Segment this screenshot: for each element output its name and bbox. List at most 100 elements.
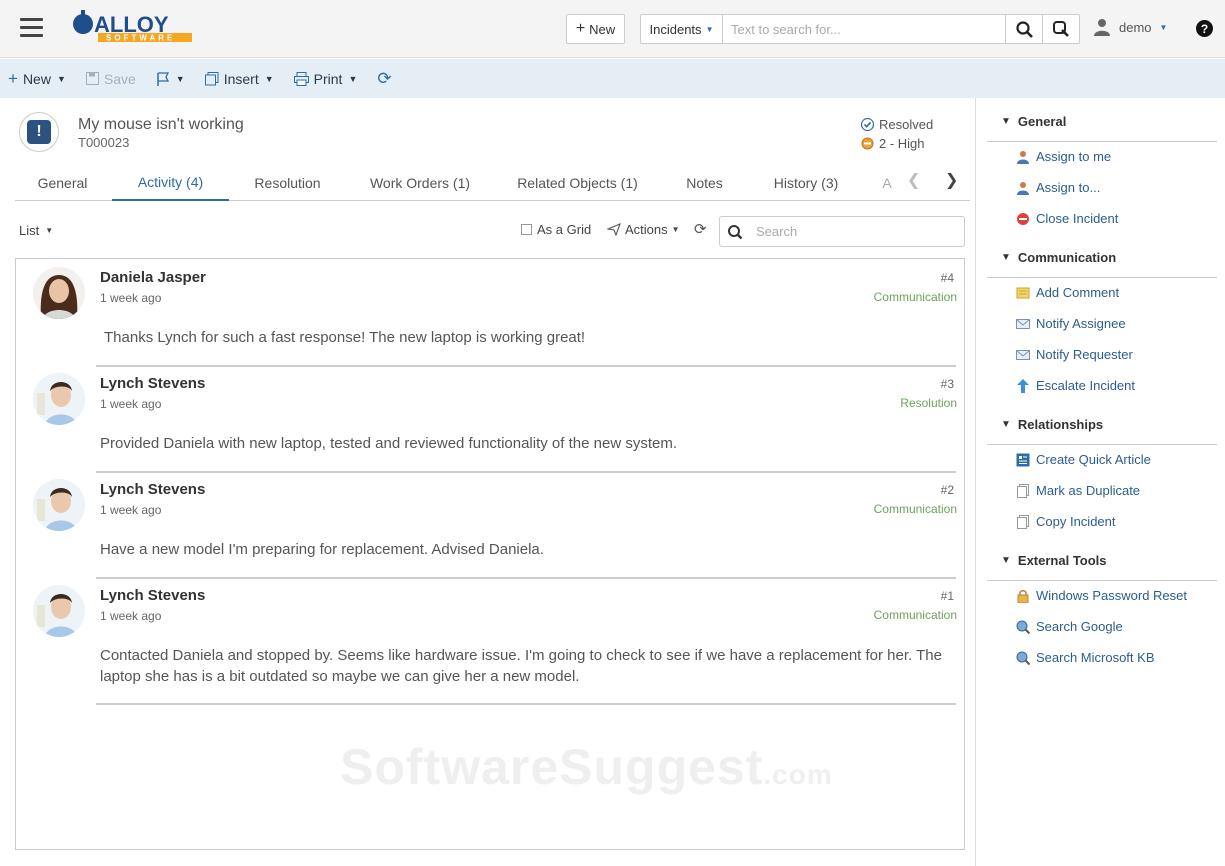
tab-overflow[interactable]: A [880,164,894,201]
advanced-search-icon [1053,21,1069,37]
notify-requester-link[interactable]: Notify Requester [1016,347,1133,362]
incident-type-icon: ! [19,112,59,152]
user-icon [1094,19,1110,36]
actions-dropdown[interactable]: Actions ▼ [607,222,680,237]
plus-icon: + [8,68,18,88]
user-menu[interactable]: demo ▼ [1093,18,1167,36]
advanced-search-button[interactable] [1042,15,1079,43]
avatar-daniela [33,267,85,319]
incident-tabs: General Activity (4) Resolution Work Ord… [15,164,970,201]
alloy-software-logo: ALLOY SOFTWARE [73,10,192,43]
mark-as-duplicate-link[interactable]: Mark as Duplicate [1016,483,1140,498]
tab-general[interactable]: General [25,164,100,201]
incident-status: Resolved 2 - High [861,115,933,153]
toolbar-save-button[interactable]: Save [85,71,136,87]
close-incident-link[interactable]: Close Incident [1016,211,1118,226]
duplicate-icon [1017,483,1029,498]
flag-icon [157,71,169,86]
search-icon [1015,20,1033,38]
assign-to-link[interactable]: Assign to... [1016,180,1100,195]
send-icon [607,223,621,236]
toolbar-print-button[interactable]: Print ▼ [293,71,358,87]
caret-down-icon: ▼ [671,225,680,234]
toolbar-refresh-button[interactable]: ⟳ [377,69,391,89]
global-search: Incidents ▼ [640,14,1080,44]
search-scope-dropdown[interactable]: Incidents ▼ [641,15,723,43]
tab-work-orders[interactable]: Work Orders (1) [360,164,480,201]
as-grid-checkbox[interactable]: As a Grid [521,222,591,237]
chevron-down-icon: ▼ [175,73,185,84]
priority-icon [861,137,874,150]
section-divider [987,277,1217,278]
activity-search-input[interactable] [752,224,964,239]
section-divider [987,444,1217,445]
view-dropdown[interactable]: List ▼ [19,223,53,238]
activity-controls: List ▼ As a Grid Actions ▼ ⟳ [15,216,965,247]
actions-sidebar: ▼ General Assign to me Assign to... Close… [975,98,1225,866]
add-comment-link[interactable]: Add Comment [1016,285,1119,300]
comment-icon [1016,287,1030,298]
tab-notes[interactable]: Notes [675,164,734,201]
chevron-down-icon: ▼ [348,73,358,84]
search-button[interactable] [1005,15,1042,43]
tab-resolution[interactable]: Resolution [240,164,335,201]
chevron-down-icon: ▼ [1001,116,1011,127]
tab-related-objects[interactable]: Related Objects (1) [505,164,650,201]
copy-incident-link[interactable]: Copy Incident [1016,514,1116,529]
save-icon [85,72,99,85]
escalate-incident-link[interactable]: Escalate Incident [1016,378,1135,393]
resolved-check-icon [861,118,874,131]
search-icon [728,224,743,239]
web-search-icon [1016,620,1030,634]
new-button[interactable]: + New [566,14,625,44]
incident-title: My mouse isn't working [78,116,244,133]
toolbar-new-button[interactable]: + New ▼ [8,69,66,89]
refresh-icon[interactable]: ⟳ [694,220,707,238]
create-quick-article-link[interactable]: Create Quick Article [1016,452,1151,467]
plus-icon: + [575,20,586,37]
search-microsoft-kb-link[interactable]: Search Microsoft KB [1016,650,1155,665]
tabs-prev-icon[interactable]: ❮ [907,170,920,190]
entry-divider [96,703,956,705]
assign-user-icon [1017,150,1029,164]
assign-to-me-link[interactable]: Assign to me [1016,149,1111,164]
list-item: Lynch Stevens 1 week ago #1 Communicatio… [26,577,957,707]
section-communication[interactable]: ▼ Communication [1001,250,1116,265]
mail-icon [1016,349,1030,360]
close-circle-icon [1017,212,1029,225]
tab-activity[interactable]: Activity (4) [112,164,229,201]
list-item: Lynch Stevens 1 week ago #2 Communicatio… [26,471,957,579]
toolbar-insert-button[interactable]: Insert ▼ [204,71,274,87]
chevron-down-icon: ▼ [264,73,274,84]
watermark: SoftwareSuggest.com [340,739,833,795]
section-general[interactable]: ▼ General [1001,114,1066,129]
incident-number: T000023 [78,135,130,150]
copy-icon [1017,514,1029,529]
notify-assignee-link[interactable]: Notify Assignee [1016,316,1126,331]
tab-history[interactable]: History (3) [760,164,852,201]
avatar-lynch [33,585,85,637]
lock-icon [1017,589,1029,603]
section-external-tools[interactable]: ▼ External Tools [1001,553,1107,568]
escalate-arrow-icon [1017,378,1029,393]
caret-down-icon: ▼ [45,226,54,235]
help-icon[interactable]: ? [1196,20,1213,37]
list-item: Daniela Jasper 1 week ago #4 Communicati… [26,259,957,367]
activity-search [719,216,965,247]
toolbar-flag-button[interactable]: ▼ [156,71,185,86]
search-input[interactable] [723,15,1005,43]
section-divider [987,141,1217,142]
menu-icon[interactable] [20,18,43,38]
section-relationships[interactable]: ▼ Relationships [1001,417,1103,432]
avatar-lynch [33,373,85,425]
article-icon [1016,453,1030,466]
chevron-down-icon: ▼ [56,73,66,84]
refresh-icon: ⟳ [377,68,392,88]
chevron-down-icon: ▼ [1001,555,1011,566]
tabs-next-icon[interactable]: ❯ [945,170,958,190]
checkbox-icon [521,224,532,235]
insert-icon [204,71,219,85]
search-google-link[interactable]: Search Google [1016,619,1123,634]
windows-password-reset-link[interactable]: Windows Password Reset [1016,588,1187,603]
action-toolbar: + New ▼ Save ▼ Insert ▼ Print ▼ ⟳ [0,59,1225,98]
